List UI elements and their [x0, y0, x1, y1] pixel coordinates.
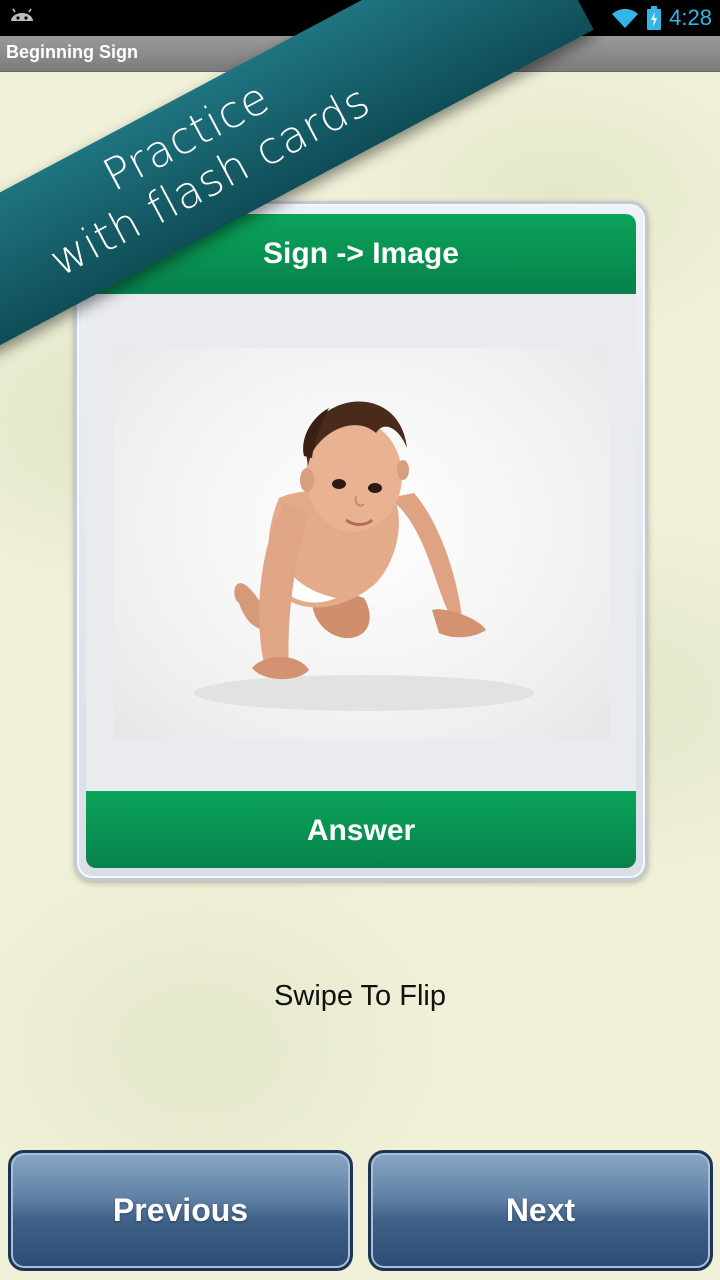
answer-button[interactable]: Answer — [86, 791, 636, 868]
wifi-icon — [612, 8, 639, 28]
android-icon — [11, 8, 33, 29]
flash-card-body: Sign -> Image Answer — [86, 214, 636, 868]
swipe-hint: Swipe To Flip — [274, 980, 446, 1012]
crawling-baby-image — [194, 401, 534, 711]
app-title: Beginning Sign — [6, 42, 138, 62]
flash-card[interactable]: Sign -> Image Answer — [74, 201, 648, 881]
card-image — [114, 348, 610, 739]
status-time: 4:28 — [669, 5, 712, 30]
previous-button[interactable]: Previous — [8, 1150, 353, 1271]
next-button[interactable]: Next — [368, 1150, 713, 1271]
battery-charging-icon — [647, 6, 662, 30]
